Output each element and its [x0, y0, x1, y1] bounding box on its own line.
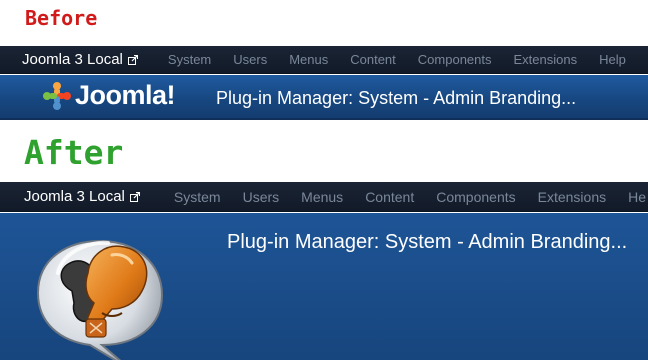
after-menu-users[interactable]: Users — [243, 189, 280, 205]
before-menu-content[interactable]: Content — [350, 52, 396, 67]
before-site-name: Joomla 3 Local — [22, 51, 123, 68]
after-menu-components[interactable]: Components — [436, 189, 515, 205]
joomla-logo-icon — [43, 81, 71, 110]
joomla-logo[interactable]: Joomla! — [42, 80, 176, 111]
after-main-menu: System Users Menus Content Components Ex… — [174, 189, 648, 205]
before-menu-extensions[interactable]: Extensions — [514, 52, 578, 67]
before-menu-users[interactable]: Users — [233, 52, 267, 67]
after-menu-menus[interactable]: Menus — [301, 189, 343, 205]
after-menu-extensions[interactable]: Extensions — [538, 189, 606, 205]
after-page-title: Plug-in Manager: System - Admin Branding… — [227, 231, 628, 253]
before-admin-navbar: Joomla 3 Local System Users Menus Conten… — [0, 46, 648, 74]
boxing-gloves-speech-bubble-icon[interactable] — [28, 233, 178, 360]
after-menu-content[interactable]: Content — [365, 189, 414, 205]
before-main-menu: System Users Menus Content Components Ex… — [168, 52, 648, 67]
before-page-header: Joomla! Plug-in Manager: System - Admin … — [0, 75, 648, 120]
after-admin-navbar: Joomla 3 Local System Users Menus Conten… — [0, 182, 648, 212]
before-menu-help[interactable]: Help — [599, 52, 626, 67]
before-menu-components[interactable]: Components — [418, 52, 492, 67]
after-caption: After — [24, 133, 124, 172]
before-site-link[interactable]: Joomla 3 Local — [22, 51, 138, 68]
after-site-link[interactable]: Joomla 3 Local — [24, 188, 140, 205]
before-menu-menus[interactable]: Menus — [289, 52, 328, 67]
before-menu-system[interactable]: System — [168, 52, 211, 67]
after-menu-help[interactable]: He — [628, 189, 646, 205]
before-page-title: Plug-in Manager: System - Admin Branding… — [216, 88, 577, 108]
before-caption: Before — [25, 6, 98, 30]
after-menu-system[interactable]: System — [174, 189, 221, 205]
after-page-header: Plug-in Manager: System - Admin Branding… — [0, 213, 648, 360]
joomla-wordmark: Joomla! — [75, 80, 176, 110]
after-site-name: Joomla 3 Local — [24, 188, 125, 205]
external-link-icon — [129, 191, 140, 202]
external-link-icon — [127, 54, 138, 65]
